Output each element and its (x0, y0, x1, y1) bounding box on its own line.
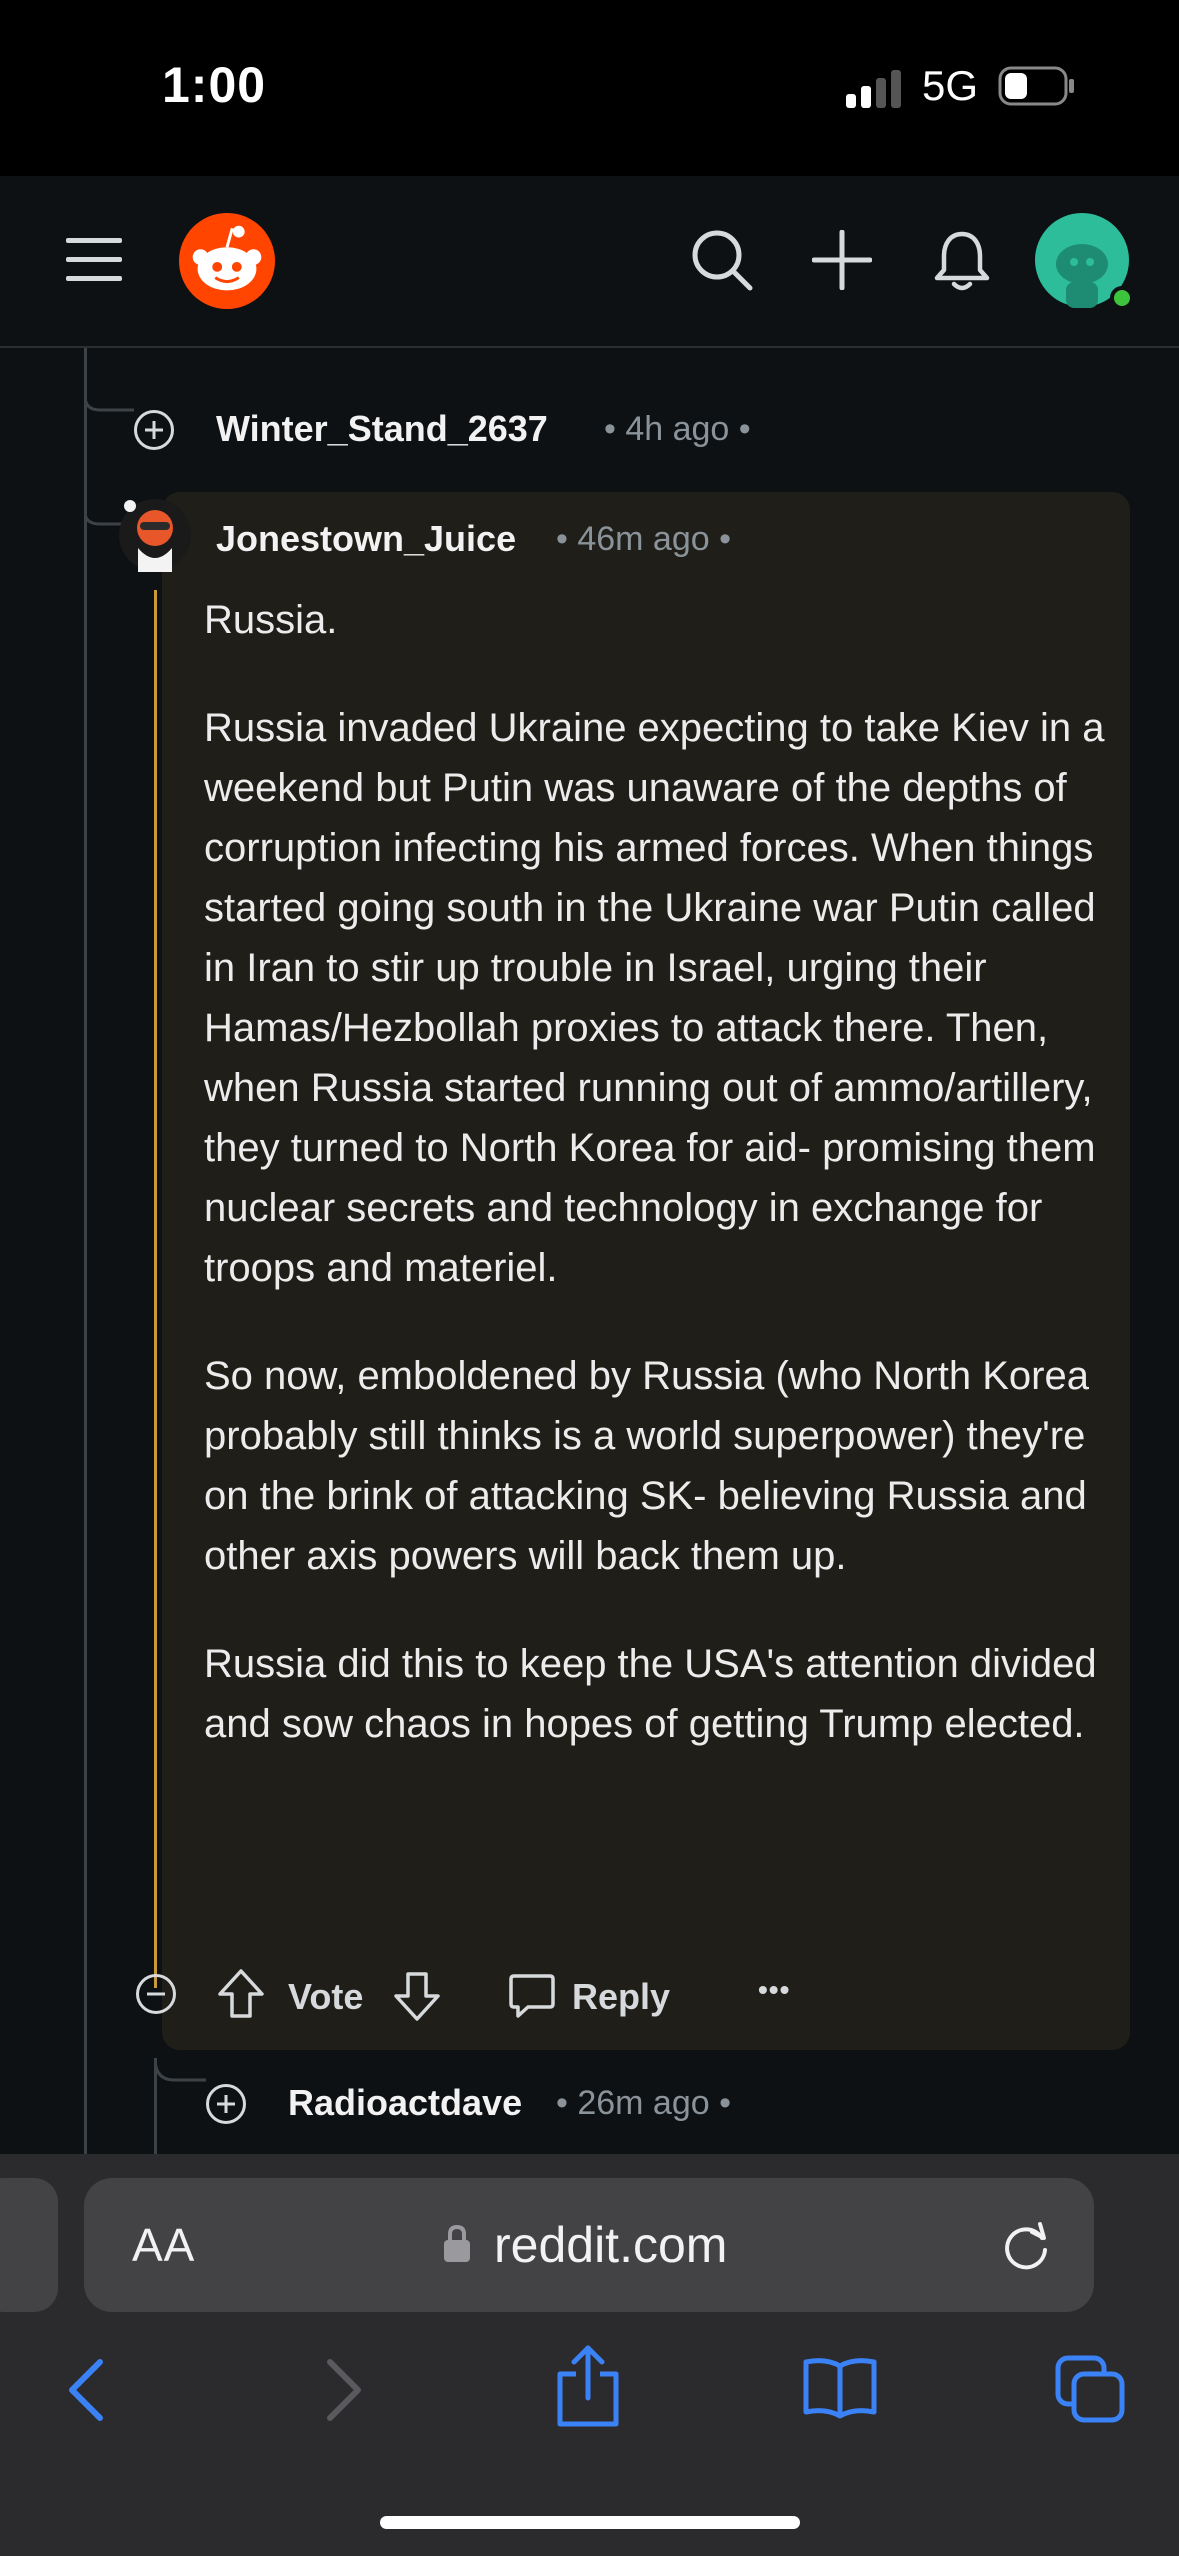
reply-icon (509, 1974, 555, 2018)
thread-line (84, 348, 87, 2154)
reply-button[interactable]: Reply (506, 1968, 676, 2024)
comment-username[interactable]: Winter_Stand_2637 (216, 408, 548, 450)
cellular-signal-icon (846, 70, 901, 108)
user-avatar[interactable] (1034, 212, 1134, 312)
bookmarks-icon[interactable] (800, 2356, 880, 2420)
address-bar[interactable]: AA reddit.com (84, 2178, 1094, 2312)
collapse-comment-button[interactable] (136, 1974, 176, 2014)
app-header (0, 176, 1179, 348)
comment-username[interactable]: Radioactdave (288, 2082, 522, 2124)
upvote-icon[interactable] (216, 1968, 266, 2020)
comment-paragraph: Russia did this to keep the USA's attent… (204, 1642, 1097, 1746)
menu-icon[interactable] (66, 236, 124, 284)
create-post-icon[interactable] (812, 230, 872, 290)
battery-icon (998, 66, 1074, 106)
comment-timestamp: • 4h ago • (604, 410, 751, 448)
lock-icon (444, 2224, 470, 2262)
share-icon[interactable] (554, 2344, 622, 2428)
comment-paragraph: Russia. (204, 598, 338, 642)
status-bar: 1:00 5G (0, 0, 1179, 176)
status-time: 1:00 (162, 57, 267, 113)
comment-body: Russia. Russia invaded Ukraine expecting… (204, 590, 1124, 1802)
more-options-icon[interactable]: ••• (758, 1974, 790, 2006)
thread-connector (84, 364, 134, 412)
search-icon[interactable] (690, 228, 754, 292)
url-text[interactable]: reddit.com (494, 2216, 727, 2274)
comment-paragraph: Russia invaded Ukraine expecting to take… (204, 706, 1105, 1290)
notifications-bell-icon[interactable] (932, 228, 992, 294)
expand-comment-button[interactable] (206, 2084, 246, 2124)
reply-label: Reply (572, 1976, 671, 2017)
network-type: 5G (922, 62, 979, 109)
thread-connector (154, 2058, 206, 2082)
downvote-icon[interactable] (392, 1970, 442, 2022)
collapse-icon-partial (60, 348, 110, 358)
forward-icon[interactable] (322, 2358, 366, 2422)
previous-tab-peek[interactable] (0, 2178, 58, 2312)
comment-timestamp: • 26m ago • (556, 2084, 732, 2122)
vote-label: Vote (288, 1976, 364, 2017)
reload-icon[interactable] (1002, 2220, 1052, 2272)
comment-username[interactable]: Jonestown_Juice (216, 518, 516, 560)
text-size-button[interactable]: AA (132, 2218, 195, 2272)
home-indicator (380, 2516, 800, 2529)
comment-timestamp: • 46m ago • (556, 520, 732, 558)
comment-thread: Winter_Stand_2637 • 4h ago • Jonestown_J… (0, 348, 1179, 2154)
back-icon[interactable] (64, 2358, 108, 2422)
commenter-avatar[interactable] (118, 498, 192, 572)
tabs-icon[interactable] (1054, 2354, 1126, 2424)
comment-paragraph: So now, emboldened by Russia (who North … (204, 1354, 1089, 1578)
expand-comment-button[interactable] (134, 410, 174, 450)
active-thread-line (154, 590, 157, 1988)
reddit-logo-icon[interactable] (178, 212, 276, 310)
